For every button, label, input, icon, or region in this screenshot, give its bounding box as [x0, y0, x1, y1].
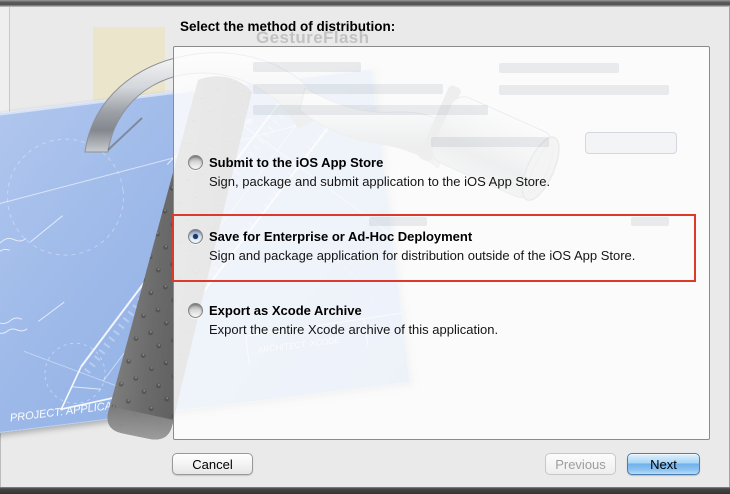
ghost-row: [253, 62, 361, 72]
radio-export-xcode-archive[interactable]: [188, 303, 203, 318]
xcode-distribution-dialog: GestureFlash: [0, 0, 730, 494]
highlight-rectangle: [172, 214, 696, 282]
option-label: Export as Xcode Archive: [209, 302, 498, 320]
ghost-row: [431, 137, 549, 147]
background-window-seam: [0, 7, 10, 123]
radio-submit-app-store[interactable]: [188, 155, 203, 170]
ghost-row: [253, 105, 488, 115]
ghost-row: [499, 85, 669, 95]
option-submit-app-store[interactable]: Submit to the iOS App Store Sign, packag…: [188, 154, 550, 191]
blueprint-project-label: PROJECT: APPLICATION.APP: [9, 394, 163, 425]
next-button[interactable]: Next: [627, 453, 700, 475]
ghost-row: [499, 63, 619, 73]
previous-button[interactable]: Previous: [545, 453, 616, 475]
ghost-row: [253, 84, 443, 94]
option-export-xcode-archive[interactable]: Export as Xcode Archive Export the entir…: [188, 302, 498, 339]
option-label: Submit to the iOS App Store: [209, 154, 550, 172]
option-description: Export the entire Xcode archive of this …: [209, 320, 498, 339]
ghost-button: [585, 132, 677, 154]
window-top-edge: [0, 0, 730, 7]
window-bottom-edge: [0, 487, 730, 494]
option-description: Sign, package and submit application to …: [209, 172, 550, 191]
cancel-button[interactable]: Cancel: [172, 453, 253, 475]
dialog-title: Select the method of distribution:: [180, 19, 395, 34]
